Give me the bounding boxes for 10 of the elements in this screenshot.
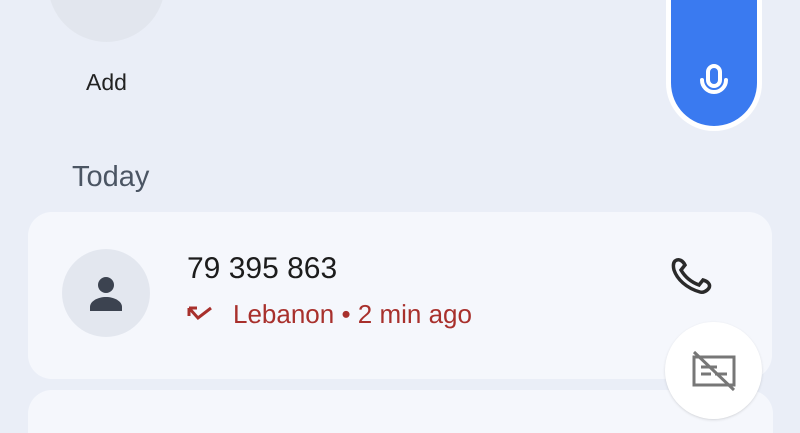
phone-icon xyxy=(671,256,713,294)
call-log-card[interactable]: 79 395 863 Lebanon • 2 min ago xyxy=(28,212,772,378)
phone-number: 79 395 863 xyxy=(187,250,338,286)
section-header: Today xyxy=(72,161,150,193)
voice-search-button[interactable] xyxy=(666,0,762,131)
favorite-label: Add xyxy=(86,68,127,97)
call-detail: Lebanon • 2 min ago xyxy=(233,298,472,330)
captions-off-icon xyxy=(690,350,738,392)
missed-call-icon xyxy=(187,304,213,322)
person-icon xyxy=(88,274,124,310)
